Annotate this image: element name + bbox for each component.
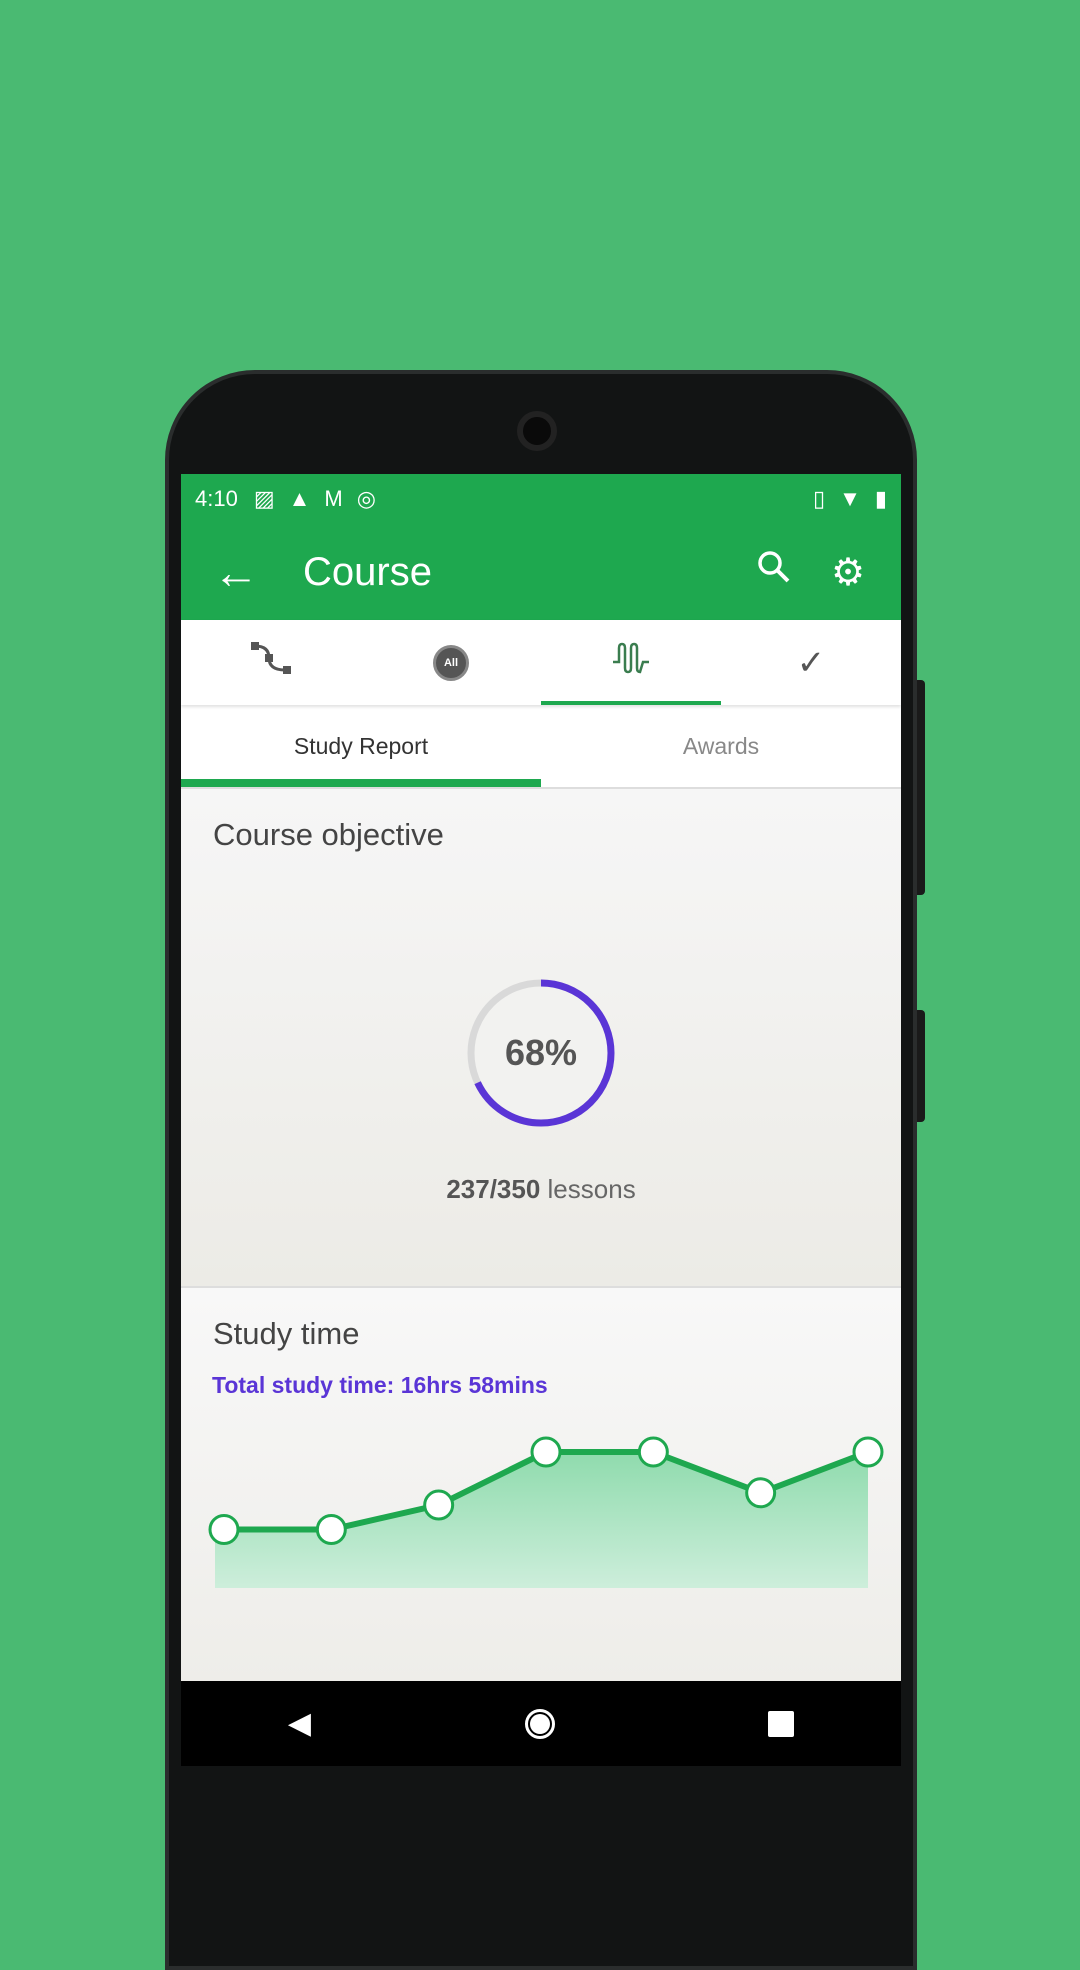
arrow-left-icon[interactable]: ←	[181, 545, 291, 599]
tab-path[interactable]	[181, 620, 361, 705]
camera	[517, 411, 557, 451]
tab-study-report[interactable]: Study Report	[181, 705, 541, 787]
checkmark-icon: ✓	[796, 643, 826, 682]
wifi-icon: ▼	[839, 486, 861, 511]
chart-point[interactable]	[315, 1514, 347, 1546]
course-objective-card: Course objective 68% 237/350 lessons	[181, 789, 901, 1288]
study-time-card: Study time Total study time: 16hrs 58min…	[181, 1288, 901, 1681]
lessons-unit: lessons	[547, 1174, 636, 1204]
vibrate-icon: ▯	[813, 486, 826, 511]
wave-chart-icon	[611, 640, 651, 685]
tab-wave-chart[interactable]	[541, 620, 721, 705]
chart-area-fill	[215, 1452, 868, 1588]
search-icon[interactable]	[737, 549, 811, 595]
status-time: 4:10	[195, 486, 238, 511]
icon-tab-bar: All ✓	[181, 620, 901, 705]
gmail-icon: M	[324, 486, 343, 511]
warning-icon: ▲	[288, 486, 311, 511]
chart-point[interactable]	[852, 1436, 884, 1468]
chart-point[interactable]	[745, 1477, 777, 1509]
system-nav-bar: ◀	[181, 1681, 901, 1766]
side-button	[917, 1010, 925, 1122]
app-bar: ← Course ⚙	[181, 524, 901, 620]
settings-gear-icon[interactable]: ⚙	[811, 550, 885, 595]
tab-all[interactable]: All	[361, 620, 541, 705]
chart-point[interactable]	[637, 1436, 669, 1468]
sync-icon: ◎	[356, 486, 376, 511]
image-icon: ▨	[253, 486, 275, 511]
recents-square-icon[interactable]	[768, 1710, 795, 1737]
tab-completed[interactable]: ✓	[721, 620, 901, 705]
home-circle-icon[interactable]	[524, 1708, 555, 1739]
chart-point[interactable]	[423, 1489, 455, 1521]
battery-icon: ▮	[874, 486, 887, 511]
chart-point[interactable]	[208, 1514, 240, 1546]
study-time-chart	[208, 1436, 884, 1588]
path-icon	[249, 640, 293, 685]
status-bar: 4:10 ▨ ▲ M ◎ ▯ ▼ ▮	[181, 474, 901, 524]
back-triangle-icon[interactable]: ◀	[288, 1706, 311, 1741]
course-objective-title: Course objective	[213, 817, 444, 852]
tab-awards[interactable]: Awards	[541, 705, 901, 787]
chart-point[interactable]	[530, 1436, 562, 1468]
progress-percent: 68%	[504, 1032, 578, 1073]
page-title: Course	[303, 549, 432, 594]
sub-tab-bar: Study Report Awards	[181, 705, 901, 789]
all-badge-icon: All	[433, 644, 469, 681]
side-button	[917, 680, 925, 895]
lessons-count: 237/350 lessons	[181, 1174, 901, 1205]
screen: 4:10 ▨ ▲ M ◎ ▯ ▼ ▮ ← Course ⚙ All ✓ Stud…	[181, 474, 901, 1766]
lessons-completed: 237/350	[446, 1174, 541, 1204]
